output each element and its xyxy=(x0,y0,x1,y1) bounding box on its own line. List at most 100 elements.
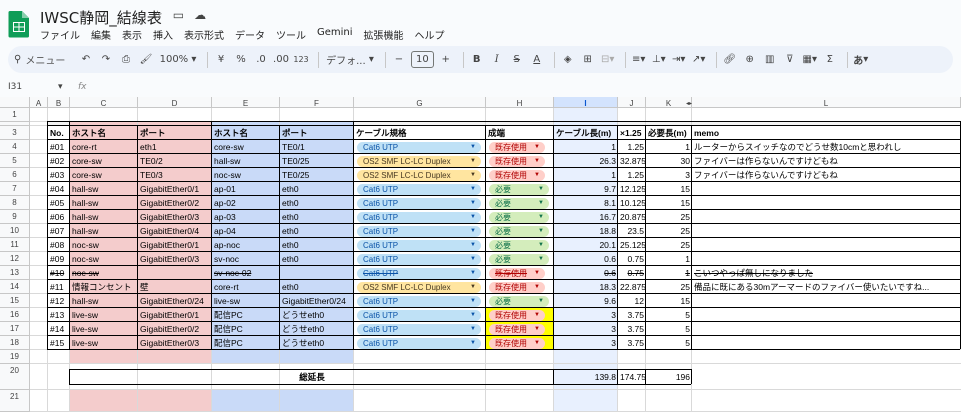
cell-x125[interactable]: 3.75 xyxy=(618,308,646,322)
fill-color-icon[interactable]: ◈ xyxy=(560,50,576,70)
cell-from-port[interactable]: eth1 xyxy=(138,140,212,154)
cell-to-port[interactable]: eth0 xyxy=(280,210,354,224)
termination-dropdown-chip[interactable]: 必要 ▼ xyxy=(489,239,549,251)
header-to_port[interactable]: ポート xyxy=(280,126,354,140)
cell-to-host[interactable]: ap-02 xyxy=(212,196,280,210)
cell-length[interactable]: 9.6 xyxy=(554,294,618,308)
cell-no[interactable]: #04 xyxy=(48,182,70,196)
cell-need[interactable]: 5 xyxy=(646,336,692,350)
menu-item[interactable]: ヘルプ xyxy=(415,27,445,42)
cell-length[interactable]: 16.7 xyxy=(554,210,618,224)
row-header[interactable]: 19 xyxy=(0,350,30,364)
menu-item[interactable]: ファイル xyxy=(40,27,80,42)
cell-to-port[interactable]: どうせeth0 xyxy=(280,308,354,322)
row-header[interactable]: 15 xyxy=(0,294,30,308)
header-no[interactable]: No. xyxy=(48,126,70,140)
column-header-g[interactable]: G xyxy=(354,97,486,108)
cell-need[interactable]: 5 xyxy=(646,322,692,336)
cell-to-port[interactable]: GigabitEther0/24 xyxy=(280,294,354,308)
menu-item[interactable]: Gemini xyxy=(317,27,353,42)
cell-to-port[interactable]: TE0/25 xyxy=(280,168,354,182)
cable-type-dropdown-chip[interactable]: Cat6 UTP ▼ xyxy=(357,309,481,321)
total-need[interactable]: 196 xyxy=(646,370,692,384)
cell-x125[interactable]: 1.25 xyxy=(618,168,646,182)
cell-memo[interactable] xyxy=(692,238,961,252)
cell-from-host[interactable]: noc-sw xyxy=(70,238,138,252)
cell-need[interactable]: 25 xyxy=(646,238,692,252)
text-wrap-icon[interactable]: ⇥▾ xyxy=(671,50,687,70)
row-header[interactable]: 14 xyxy=(0,280,30,294)
cell-to-host[interactable]: ap-03 xyxy=(212,210,280,224)
cell-to-host[interactable]: core-sw xyxy=(212,140,280,154)
chevron-down-icon[interactable]: ▾ xyxy=(58,82,78,92)
cell-from-port[interactable]: TE0/3 xyxy=(138,168,212,182)
column-header-c[interactable]: C xyxy=(70,97,138,108)
termination-dropdown-chip[interactable]: 既存使用 ▼ xyxy=(489,323,545,335)
row-header[interactable]: 1 xyxy=(0,108,30,122)
menu-item[interactable]: ツール xyxy=(276,27,306,42)
cell-length[interactable]: 0.6 xyxy=(554,252,618,266)
cell-x125[interactable]: 12.125 xyxy=(618,182,646,196)
cell-need[interactable]: 15 xyxy=(646,182,692,196)
star-icon[interactable]: ☆ xyxy=(152,8,163,22)
cell-x125[interactable]: 22.875 xyxy=(618,280,646,294)
cable-type-dropdown-chip[interactable]: OS2 SMF LC-LC Duplex ▼ xyxy=(357,155,481,167)
cell-need[interactable]: 25 xyxy=(646,280,692,294)
cell-memo[interactable] xyxy=(692,252,961,266)
cable-type-dropdown-chip[interactable]: Cat6 UTP ▼ xyxy=(357,225,481,237)
header-x125[interactable]: ×1.25 xyxy=(618,126,646,140)
cell-to-port[interactable] xyxy=(280,266,354,280)
cell-to-port[interactable]: eth0 xyxy=(280,182,354,196)
cell-need[interactable]: 25 xyxy=(646,224,692,238)
menu-item[interactable]: 挿入 xyxy=(153,27,173,42)
cell-to-host[interactable]: hall-sw xyxy=(212,154,280,168)
cell-from-port[interactable]: GigabitEther0/2 xyxy=(138,322,212,336)
cell-from-port[interactable]: TE0/2 xyxy=(138,154,212,168)
cell-from-port[interactable]: GigabitEther0/3 xyxy=(138,252,212,266)
termination-dropdown-chip[interactable]: 必要 ▼ xyxy=(489,225,549,237)
column-header-h[interactable]: H xyxy=(486,97,554,108)
font-size-increase-button[interactable]: + xyxy=(438,50,454,70)
row-header[interactable]: 20 xyxy=(0,364,30,390)
cell-length[interactable]: 18.8 xyxy=(554,224,618,238)
row-header[interactable]: 12 xyxy=(0,252,30,266)
row-header[interactable]: 13 xyxy=(0,266,30,280)
row-header[interactable]: 17 xyxy=(0,322,30,336)
termination-dropdown-chip[interactable]: 必要 ▼ xyxy=(489,183,549,195)
cell-from-port[interactable]: GigabitEther0/2 xyxy=(138,196,212,210)
cell-memo[interactable] xyxy=(692,182,961,196)
cell-from-port[interactable]: GigabitEther0/4 xyxy=(138,224,212,238)
cell-from-host[interactable]: core-sw xyxy=(70,154,138,168)
cell-to-host[interactable]: live-sw xyxy=(212,294,280,308)
font-select[interactable]: デフォ... ▾ xyxy=(324,50,376,70)
text-rotation-icon[interactable]: ↗▾ xyxy=(691,50,707,70)
termination-dropdown-chip[interactable]: 必要 ▼ xyxy=(489,295,549,307)
cell-no[interactable]: #07 xyxy=(48,224,70,238)
cell-to-host[interactable]: core-rt xyxy=(212,280,280,294)
increase-decimal-button[interactable]: .00 xyxy=(273,50,289,70)
print-icon[interactable]: ⎙ xyxy=(118,50,134,70)
cell-length[interactable]: 3 xyxy=(554,322,618,336)
cell-memo[interactable] xyxy=(692,196,961,210)
cell-length[interactable]: 8.1 xyxy=(554,196,618,210)
cell-to-host[interactable]: 配信PC xyxy=(212,336,280,350)
cell-from-host[interactable]: live-sw xyxy=(70,336,138,350)
cell-no[interactable]: #12 xyxy=(48,294,70,308)
row-header[interactable]: 5 xyxy=(0,154,30,168)
cell-from-host[interactable]: live-sw xyxy=(70,322,138,336)
column-header-j[interactable]: J xyxy=(618,97,646,108)
cell-no[interactable]: #06 xyxy=(48,210,70,224)
termination-dropdown-chip[interactable]: 既存使用 ▼ xyxy=(489,281,545,293)
termination-dropdown-chip[interactable]: 必要 ▼ xyxy=(489,197,549,209)
horizontal-align-icon[interactable]: ≡▾ xyxy=(631,50,647,70)
cell-need[interactable]: 25 xyxy=(646,210,692,224)
cell-from-port[interactable] xyxy=(138,266,212,280)
total-x125[interactable]: 174.75 xyxy=(618,370,646,384)
cell-from-port[interactable]: GigabitEther0/3 xyxy=(138,210,212,224)
bold-icon[interactable]: B xyxy=(469,50,485,70)
cell-from-port[interactable]: GigabitEther0/3 xyxy=(138,336,212,350)
row-header[interactable]: 4 xyxy=(0,140,30,154)
text-color-icon[interactable]: A xyxy=(529,50,545,70)
termination-dropdown-chip[interactable]: 既存使用 ▼ xyxy=(489,309,545,321)
cell-from-port[interactable]: 壁 xyxy=(138,280,212,294)
